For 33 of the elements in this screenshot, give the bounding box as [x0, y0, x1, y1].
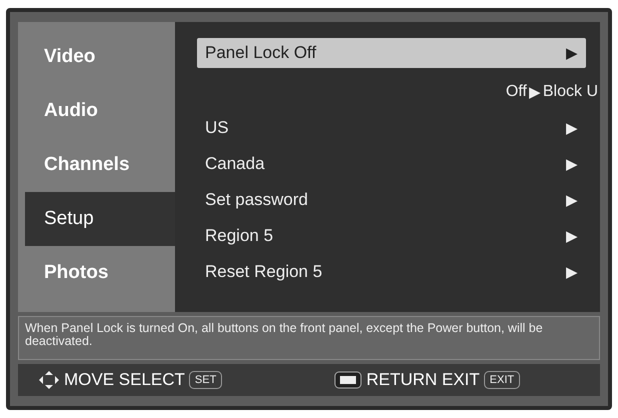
arrow-glyph: ▶: [566, 44, 578, 62]
menu-option[interactable]: Reset Region 5 ▶: [197, 254, 586, 290]
help-text: When Panel Lock is turned On, all buttons on the front panel, except the Power button, will be deactivated.: [18, 316, 600, 360]
sidebar-tab[interactable]: Video: [25, 30, 175, 84]
sidebar-tab[interactable]: Setup: [25, 192, 175, 246]
hint-label: MOVE SELECT: [64, 370, 185, 390]
arrow-glyph: ▶: [566, 263, 578, 281]
menu-option[interactable]: Region 5 ▶: [197, 218, 586, 254]
option-label: Set password: [205, 190, 308, 210]
arrow-glyph: ▶: [566, 191, 578, 209]
remote-key: SET: [188, 371, 222, 390]
menu-option[interactable]: Panel Lock Off ▶: [197, 38, 586, 68]
return-key-icon: [334, 370, 362, 390]
direction-pad-icon: [38, 370, 60, 390]
option-label: Region 5: [205, 226, 274, 246]
menu-option[interactable]: US ▶: [197, 110, 586, 146]
sidebar-tab[interactable]: Audio: [25, 84, 175, 138]
arrow-glyph: ▶: [528, 83, 541, 101]
arrow-glyph: ▶: [566, 155, 578, 173]
option-label: Reset Region 5: [205, 262, 322, 282]
option-label: Canada: [205, 154, 265, 174]
sidebar-tab[interactable]: Channels: [25, 138, 175, 192]
arrow-glyph: ▶: [566, 119, 578, 137]
arrow-glyph: ▶: [566, 227, 578, 245]
menu-option[interactable]: Set password ▶: [197, 182, 586, 218]
option-label: Panel Lock Off: [205, 43, 316, 63]
menu-option[interactable]: Canada ▶: [197, 146, 586, 182]
option-label: Block U: [542, 83, 598, 101]
remote-key: EXIT: [484, 371, 520, 390]
sidebar-tab[interactable]: Photos: [25, 246, 175, 300]
option-label: Off: [506, 83, 527, 101]
hint-label: RETURN EXIT: [366, 370, 480, 390]
option-label: US: [205, 118, 229, 138]
